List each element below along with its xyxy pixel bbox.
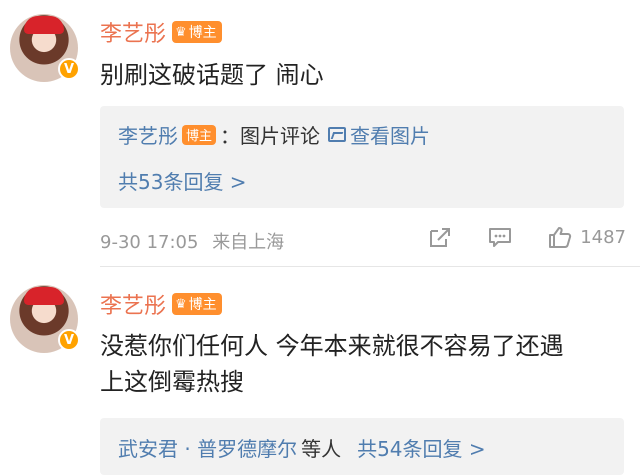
image-icon [328, 127, 347, 142]
verified-v-icon: V [58, 329, 80, 351]
thumb-up-icon [549, 227, 572, 248]
crown-icon: ♛ [175, 296, 187, 312]
reply-users[interactable]: 武安君 · 普罗德摩尔 [118, 433, 297, 462]
blogger-badge: 博主 [182, 124, 217, 145]
avatar[interactable]: V [10, 285, 80, 353]
reply-box[interactable]: 武安君 · 普罗德摩尔 等人 共54条回复 > [100, 418, 624, 475]
comment-icon[interactable] [488, 226, 512, 248]
reply-suffix: 等人 [301, 437, 342, 461]
badge-label: 博主 [188, 25, 217, 41]
comment-text: 别刷这破话题了 闹心 [100, 61, 324, 89]
location: 来自上海 [212, 232, 285, 253]
like-count: 1487 [580, 226, 626, 248]
author-name[interactable]: 李艺彤 [100, 288, 166, 320]
comment-text-line-1: 没惹你们任何人 今年本来就很不容易了还遇 [100, 332, 564, 360]
crown-icon: ♛ [175, 24, 187, 40]
comment-text-line-2: 上这倒霉热搜 [100, 368, 244, 396]
blogger-badge: ♛ 博主 [172, 293, 222, 315]
comment-meta: 9-30 17:05 来自上海 [100, 228, 284, 254]
like-button[interactable]: 1487 [548, 226, 626, 248]
reply-count-link[interactable]: 共53条回复 > [118, 166, 247, 195]
share-icon[interactable] [428, 226, 452, 248]
reply-box[interactable]: 李艺彤 博主 ：图片评论 查看图片 共53条回复 > [100, 106, 624, 208]
hat-decoration [24, 16, 64, 34]
comment-1: V 李艺彤 ♛ 博主 别刷这破话题了 闹心 李艺彤 博主 ：图片评论 查看图片 … [0, 0, 640, 267]
verified-v-icon: V [58, 58, 80, 80]
badge-label: 博主 [186, 129, 213, 144]
view-image-link[interactable]: 查看图片 [350, 120, 430, 149]
author-row: 李艺彤 ♛ 博主 [100, 288, 222, 320]
divider [100, 266, 640, 267]
hat-decoration [24, 287, 64, 305]
reply-content: ：图片评论 [220, 124, 321, 148]
reply-line: 李艺彤 博主 ：图片评论 查看图片 [118, 120, 430, 149]
author-row: 李艺彤 ♛ 博主 [100, 16, 222, 48]
author-name[interactable]: 李艺彤 [100, 16, 166, 48]
blogger-badge: ♛ 博主 [172, 21, 222, 43]
avatar[interactable]: V [10, 14, 80, 82]
reply-count-link[interactable]: 共54条回复 > [357, 433, 486, 462]
reply-line: 武安君 · 普罗德摩尔 等人 共54条回复 > [118, 433, 486, 462]
comment-2: V 李艺彤 ♛ 博主 没惹你们任何人 今年本来就很不容易了还遇 上这倒霉热搜 武… [0, 268, 640, 475]
action-bar: 1487 [428, 226, 626, 248]
reply-author[interactable]: 李艺彤 [118, 120, 178, 149]
badge-label: 博主 [188, 297, 217, 313]
timestamp: 9-30 17:05 [100, 232, 199, 253]
